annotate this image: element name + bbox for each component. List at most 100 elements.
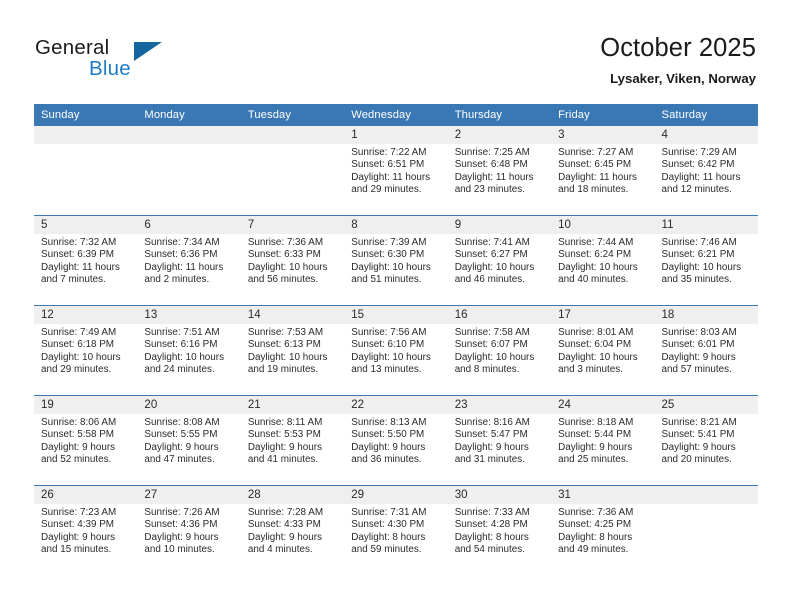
weekday-header-thursday: Thursday	[447, 104, 552, 126]
sunset-text: Sunset: 6:24 PM	[558, 249, 632, 261]
calendar-day-cell[interactable]: 22 Sunrise: 8:13 AM Sunset: 5:50 PM Dayligh…	[344, 395, 448, 486]
calendar-day-cell[interactable]: 9 Sunrise: 7:41 AM Sunset: 6:27 PM Daylight…	[447, 215, 552, 306]
sunrise-text: Sunrise: 7:27 AM	[558, 147, 634, 158]
day-details: Sunrise: 7:31 AM Sunset: 4:30 PM Daylight:…	[344, 504, 447, 556]
calendar-day-cell[interactable]: 29 Sunrise: 7:31 AM Sunset: 4:30 PM Dayligh…	[344, 485, 448, 575]
day-details: Sunrise: 8:03 AM Sunset: 6:01 PM Daylight:…	[655, 324, 758, 376]
calendar-day-cell[interactable]: 8 Sunrise: 7:39 AM Sunset: 6:30 PM Daylight…	[344, 215, 448, 306]
calendar-day-cell[interactable]: 1 Sunrise: 7:22 AM Sunset: 6:51 PM Daylight…	[344, 126, 448, 216]
day-details: Sunrise: 7:26 AM Sunset: 4:36 PM Daylight:…	[137, 504, 240, 556]
daylight-text: Daylight: 9 hours	[661, 351, 736, 363]
day-cell-inner: 8 Sunrise: 7:39 AM Sunset: 6:30 PM Daylight…	[344, 216, 448, 305]
calendar-day-cell[interactable]: 14 Sunrise: 7:53 AM Sunset: 6:13 PM Dayligh…	[240, 305, 345, 396]
day-cell-inner: 9 Sunrise: 7:41 AM Sunset: 6:27 PM Daylight…	[447, 216, 552, 305]
daylight-text: Daylight: 9 hours	[247, 441, 322, 453]
day-cell-inner: 10 Sunrise: 7:44 AM Sunset: 6:24 PM Dayligh…	[551, 216, 655, 305]
sunrise-text: Sunrise: 8:11 AM	[247, 417, 323, 428]
day-cell-inner: 22 Sunrise: 8:13 AM Sunset: 5:50 PM Dayligh…	[344, 396, 448, 485]
calendar-day-cell[interactable]: 31 Sunrise: 7:36 AM Sunset: 4:25 PM Dayligh…	[551, 485, 655, 575]
sunset-text: Sunset: 6:13 PM	[247, 339, 321, 351]
day-number: 28	[240, 486, 345, 504]
calendar-day-cell[interactable]: 17 Sunrise: 8:01 AM Sunset: 6:04 PM Dayligh…	[551, 305, 655, 396]
sunset-text: Sunset: 4:30 PM	[351, 519, 425, 531]
day-details: Sunrise: 8:06 AM Sunset: 5:58 PM Daylight:…	[34, 414, 137, 466]
brand-logo[interactable]: General Blue	[35, 36, 275, 92]
calendar-day-cell[interactable]: 16 Sunrise: 7:58 AM Sunset: 6:07 PM Dayligh…	[447, 305, 552, 396]
day-number: 8	[344, 216, 448, 234]
sunset-text: Sunset: 4:36 PM	[144, 519, 218, 531]
day-cell-inner: 6 Sunrise: 7:34 AM Sunset: 6:36 PM Daylight…	[137, 216, 241, 305]
sunrise-text: Sunrise: 8:16 AM	[454, 417, 530, 428]
page-masthead: General Blue October 2025 Lysaker, Viken…	[0, 0, 792, 104]
day-details: Sunrise: 7:27 AM Sunset: 6:45 PM Daylight:…	[551, 144, 654, 196]
calendar-day-cell[interactable]: 27 Sunrise: 7:26 AM Sunset: 4:36 PM Dayligh…	[137, 485, 241, 575]
calendar-day-cell[interactable]: 7 Sunrise: 7:36 AM Sunset: 6:33 PM Daylight…	[240, 215, 345, 306]
sunset-text: Sunset: 6:27 PM	[454, 249, 528, 261]
day-details: Sunrise: 7:29 AM Sunset: 6:42 PM Daylight:…	[655, 144, 758, 196]
daylight-text-cont: and 15 minutes.	[41, 544, 112, 556]
sunset-text: Sunset: 5:53 PM	[247, 429, 321, 441]
day-number: 4	[654, 126, 758, 144]
daylight-text-cont: and 59 minutes.	[351, 544, 422, 556]
calendar-day-cell[interactable]: 19 Sunrise: 8:06 AM Sunset: 5:58 PM Dayligh…	[34, 395, 138, 486]
sunrise-text: Sunrise: 7:34 AM	[144, 237, 220, 248]
calendar-day-cell[interactable]: 25 Sunrise: 8:21 AM Sunset: 5:41 PM Dayligh…	[654, 395, 758, 486]
calendar-day-cell[interactable]: 23 Sunrise: 8:16 AM Sunset: 5:47 PM Dayligh…	[447, 395, 552, 486]
calendar-day-cell[interactable]: 21 Sunrise: 8:11 AM Sunset: 5:53 PM Dayligh…	[240, 395, 345, 486]
calendar-day-cell[interactable]: 15 Sunrise: 7:56 AM Sunset: 6:10 PM Dayligh…	[344, 305, 448, 396]
sunrise-text: Sunrise: 8:18 AM	[558, 417, 634, 428]
month-calendar: Sunday Monday Tuesday Wednesday Thursday…	[34, 104, 758, 575]
calendar-day-cell[interactable]: 24 Sunrise: 8:18 AM Sunset: 5:44 PM Dayligh…	[551, 395, 655, 486]
day-details: Sunrise: 8:11 AM Sunset: 5:53 PM Daylight:…	[241, 414, 344, 466]
calendar-day-cell[interactable]: 28 Sunrise: 7:28 AM Sunset: 4:33 PM Dayligh…	[240, 485, 345, 575]
daylight-text: Daylight: 8 hours	[454, 531, 529, 543]
daylight-text-cont: and 31 minutes.	[454, 454, 525, 466]
day-cell-inner: 19 Sunrise: 8:06 AM Sunset: 5:58 PM Dayligh…	[34, 396, 138, 485]
calendar-day-cell[interactable]: 30 Sunrise: 7:33 AM Sunset: 4:28 PM Dayligh…	[447, 485, 552, 575]
calendar-week-row: 1 Sunrise: 7:22 AM Sunset: 6:51 PM Daylight…	[34, 126, 758, 216]
sunset-text: Sunset: 6:07 PM	[454, 339, 528, 351]
calendar-day-cell[interactable]: 5 Sunrise: 7:32 AM Sunset: 6:39 PM Daylight…	[34, 215, 138, 306]
calendar-day-cell[interactable]: 18 Sunrise: 8:03 AM Sunset: 6:01 PM Dayligh…	[654, 305, 758, 396]
daylight-text-cont: and 49 minutes.	[558, 544, 629, 556]
day-cell-inner: 13 Sunrise: 7:51 AM Sunset: 6:16 PM Dayligh…	[137, 306, 241, 395]
day-number: 5	[34, 216, 138, 234]
sunset-text: Sunset: 5:58 PM	[41, 429, 115, 441]
day-details: Sunrise: 7:46 AM Sunset: 6:21 PM Daylight:…	[655, 234, 758, 286]
calendar-day-cell[interactable]: 4 Sunrise: 7:29 AM Sunset: 6:42 PM Daylight…	[654, 126, 758, 216]
day-details: Sunrise: 8:01 AM Sunset: 6:04 PM Daylight:…	[551, 324, 654, 376]
sunset-text: Sunset: 6:51 PM	[351, 159, 425, 171]
sunset-text: Sunset: 6:36 PM	[144, 249, 218, 261]
calendar-day-cell[interactable]: 6 Sunrise: 7:34 AM Sunset: 6:36 PM Daylight…	[137, 215, 241, 306]
daylight-text-cont: and 13 minutes.	[351, 364, 422, 376]
daylight-text: Daylight: 9 hours	[144, 441, 219, 453]
day-number: 19	[34, 396, 138, 414]
sunrise-text: Sunrise: 7:44 AM	[558, 237, 634, 248]
daylight-text: Daylight: 9 hours	[351, 441, 426, 453]
calendar-day-cell[interactable]: 2 Sunrise: 7:25 AM Sunset: 6:48 PM Daylight…	[447, 126, 552, 216]
calendar-day-cell[interactable]: 10 Sunrise: 7:44 AM Sunset: 6:24 PM Dayligh…	[551, 215, 655, 306]
sunrise-text: Sunrise: 8:08 AM	[144, 417, 220, 428]
day-details: Sunrise: 7:39 AM Sunset: 6:30 PM Daylight:…	[344, 234, 447, 286]
sunrise-text: Sunrise: 8:01 AM	[558, 327, 634, 338]
day-number: 21	[240, 396, 345, 414]
calendar-day-cell[interactable]: 20 Sunrise: 8:08 AM Sunset: 5:55 PM Dayligh…	[137, 395, 241, 486]
day-number: 26	[34, 486, 138, 504]
calendar-day-cell[interactable]: 3 Sunrise: 7:27 AM Sunset: 6:45 PM Daylight…	[551, 126, 655, 216]
sunrise-text: Sunrise: 7:46 AM	[661, 237, 737, 248]
day-number	[240, 126, 345, 144]
daylight-text-cont: and 10 minutes.	[144, 544, 215, 556]
day-details: Sunrise: 8:16 AM Sunset: 5:47 PM Daylight:…	[448, 414, 551, 466]
day-number: 13	[137, 306, 241, 324]
sunrise-text: Sunrise: 7:23 AM	[41, 507, 117, 518]
daylight-text: Daylight: 9 hours	[41, 441, 116, 453]
calendar-day-cell[interactable]: 13 Sunrise: 7:51 AM Sunset: 6:16 PM Dayligh…	[137, 305, 241, 396]
calendar-day-cell[interactable]: 26 Sunrise: 7:23 AM Sunset: 4:39 PM Dayligh…	[34, 485, 138, 575]
calendar-day-cell[interactable]: 11 Sunrise: 7:46 AM Sunset: 6:21 PM Dayligh…	[654, 215, 758, 306]
daylight-text: Daylight: 10 hours	[351, 261, 431, 273]
daylight-text: Daylight: 11 hours	[661, 171, 741, 183]
calendar-day-cell[interactable]: 12 Sunrise: 7:49 AM Sunset: 6:18 PM Dayligh…	[34, 305, 138, 396]
daylight-text-cont: and 36 minutes.	[351, 454, 422, 466]
calendar-page: General Blue October 2025 Lysaker, Viken…	[0, 0, 792, 612]
calendar-body: 1 Sunrise: 7:22 AM Sunset: 6:51 PM Daylight…	[34, 126, 758, 575]
